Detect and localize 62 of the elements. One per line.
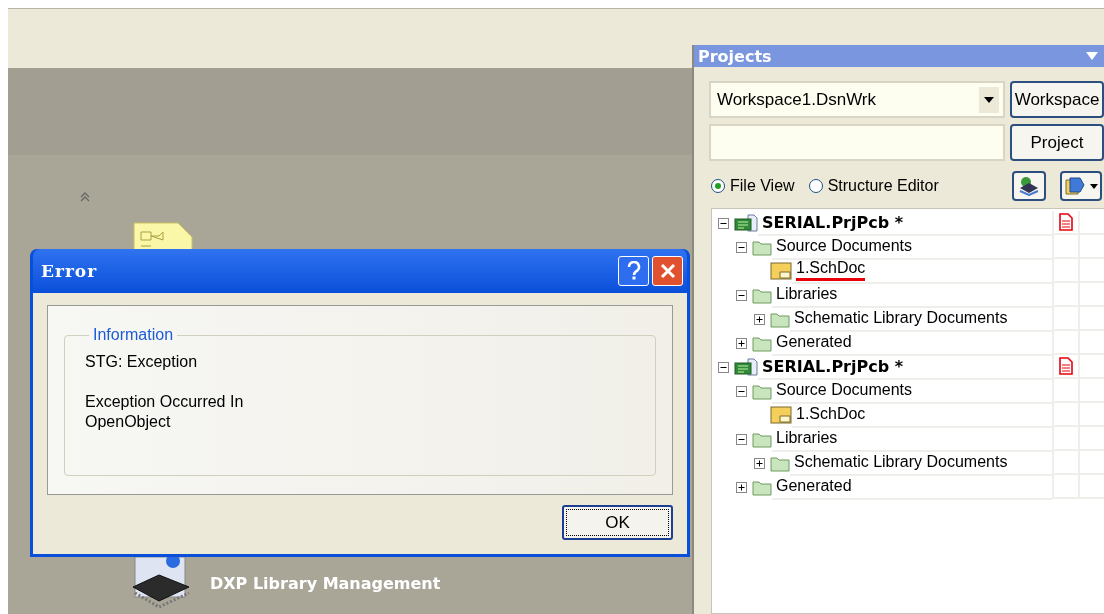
tree-item-label[interactable]: 1.SchDoc bbox=[796, 259, 866, 281]
chip-icon bbox=[1018, 176, 1040, 196]
document-icon bbox=[770, 262, 792, 280]
document-icon bbox=[1064, 176, 1086, 196]
radio-label[interactable]: Structure Editor bbox=[827, 177, 939, 195]
collapse-toggle[interactable] bbox=[736, 433, 747, 445]
folder-icon bbox=[770, 310, 790, 328]
modified-document-icon bbox=[1059, 357, 1073, 375]
message-text: Exception Occurred In OpenObject bbox=[85, 392, 245, 432]
folder-icon bbox=[752, 430, 772, 448]
tree-item-label[interactable]: Source Documents bbox=[776, 237, 913, 255]
tree-item-label[interactable]: Schematic Library Documents bbox=[794, 453, 1008, 471]
radio-button[interactable] bbox=[711, 179, 725, 193]
project-field[interactable] bbox=[709, 124, 1005, 161]
collapse-toggle[interactable] bbox=[718, 217, 729, 229]
ok-button[interactable]: OK bbox=[562, 505, 673, 540]
folder-icon bbox=[752, 382, 772, 400]
close-icon bbox=[659, 263, 676, 279]
folder-icon bbox=[752, 478, 772, 496]
circuit-board-icon bbox=[734, 358, 758, 376]
workspace-dropdown[interactable]: Workspace1.DsnWrk bbox=[709, 81, 1005, 118]
folder-icon bbox=[752, 286, 772, 304]
caret-icon bbox=[1090, 183, 1098, 189]
radio-button[interactable] bbox=[808, 179, 823, 193]
collapse-toggle[interactable] bbox=[718, 361, 729, 373]
close-button[interactable] bbox=[652, 256, 683, 286]
folder-icon bbox=[752, 334, 772, 352]
tree-item-label[interactable]: Libraries bbox=[776, 429, 838, 447]
double-chevron-up-icon bbox=[80, 192, 90, 202]
question-mark-icon bbox=[626, 261, 641, 281]
modified-document-icon bbox=[1059, 213, 1073, 231]
tree-item-label[interactable]: SERIAL.PrjPcb * bbox=[762, 212, 904, 232]
group-label: Information bbox=[92, 326, 175, 344]
expand-toggle[interactable] bbox=[736, 337, 747, 349]
workspace-button[interactable]: Workspace bbox=[1010, 81, 1104, 118]
collapse-toggle[interactable] bbox=[736, 289, 747, 301]
expand-toggle[interactable] bbox=[754, 313, 765, 325]
tree-item-label[interactable]: SERIAL.PrjPcb * bbox=[762, 356, 904, 376]
tree-item-label[interactable]: Libraries bbox=[776, 285, 838, 303]
collapse-toggle[interactable] bbox=[736, 241, 747, 253]
panel-title: Projects bbox=[698, 46, 772, 66]
tree-item-label[interactable]: Schematic Library Documents bbox=[794, 309, 1008, 327]
folder-icon bbox=[752, 238, 772, 256]
document-menu-button[interactable] bbox=[1060, 171, 1102, 201]
circuit-board-icon bbox=[734, 214, 758, 232]
dropdown-arrow-icon[interactable] bbox=[1086, 52, 1098, 60]
radio-label[interactable]: File View bbox=[730, 177, 795, 195]
help-button[interactable] bbox=[618, 256, 649, 286]
compile-button[interactable] bbox=[1012, 171, 1046, 201]
caret-icon bbox=[984, 96, 994, 103]
folder-icon bbox=[770, 454, 790, 472]
expand-toggle[interactable] bbox=[736, 481, 747, 493]
tree-item-label[interactable]: Source Documents bbox=[776, 381, 913, 399]
project-button[interactable]: Project bbox=[1010, 124, 1104, 161]
dialog-title: Error bbox=[41, 261, 98, 281]
expand-toggle[interactable] bbox=[754, 457, 765, 469]
document-icon bbox=[770, 406, 792, 424]
message-text: STG: Exception bbox=[85, 352, 199, 372]
collapse-toggle[interactable] bbox=[736, 385, 747, 397]
tree-item-label[interactable]: Generated bbox=[776, 333, 852, 351]
tree-item-label[interactable]: Generated bbox=[776, 477, 852, 495]
tree-item-label[interactable]: 1.SchDoc bbox=[796, 405, 866, 423]
